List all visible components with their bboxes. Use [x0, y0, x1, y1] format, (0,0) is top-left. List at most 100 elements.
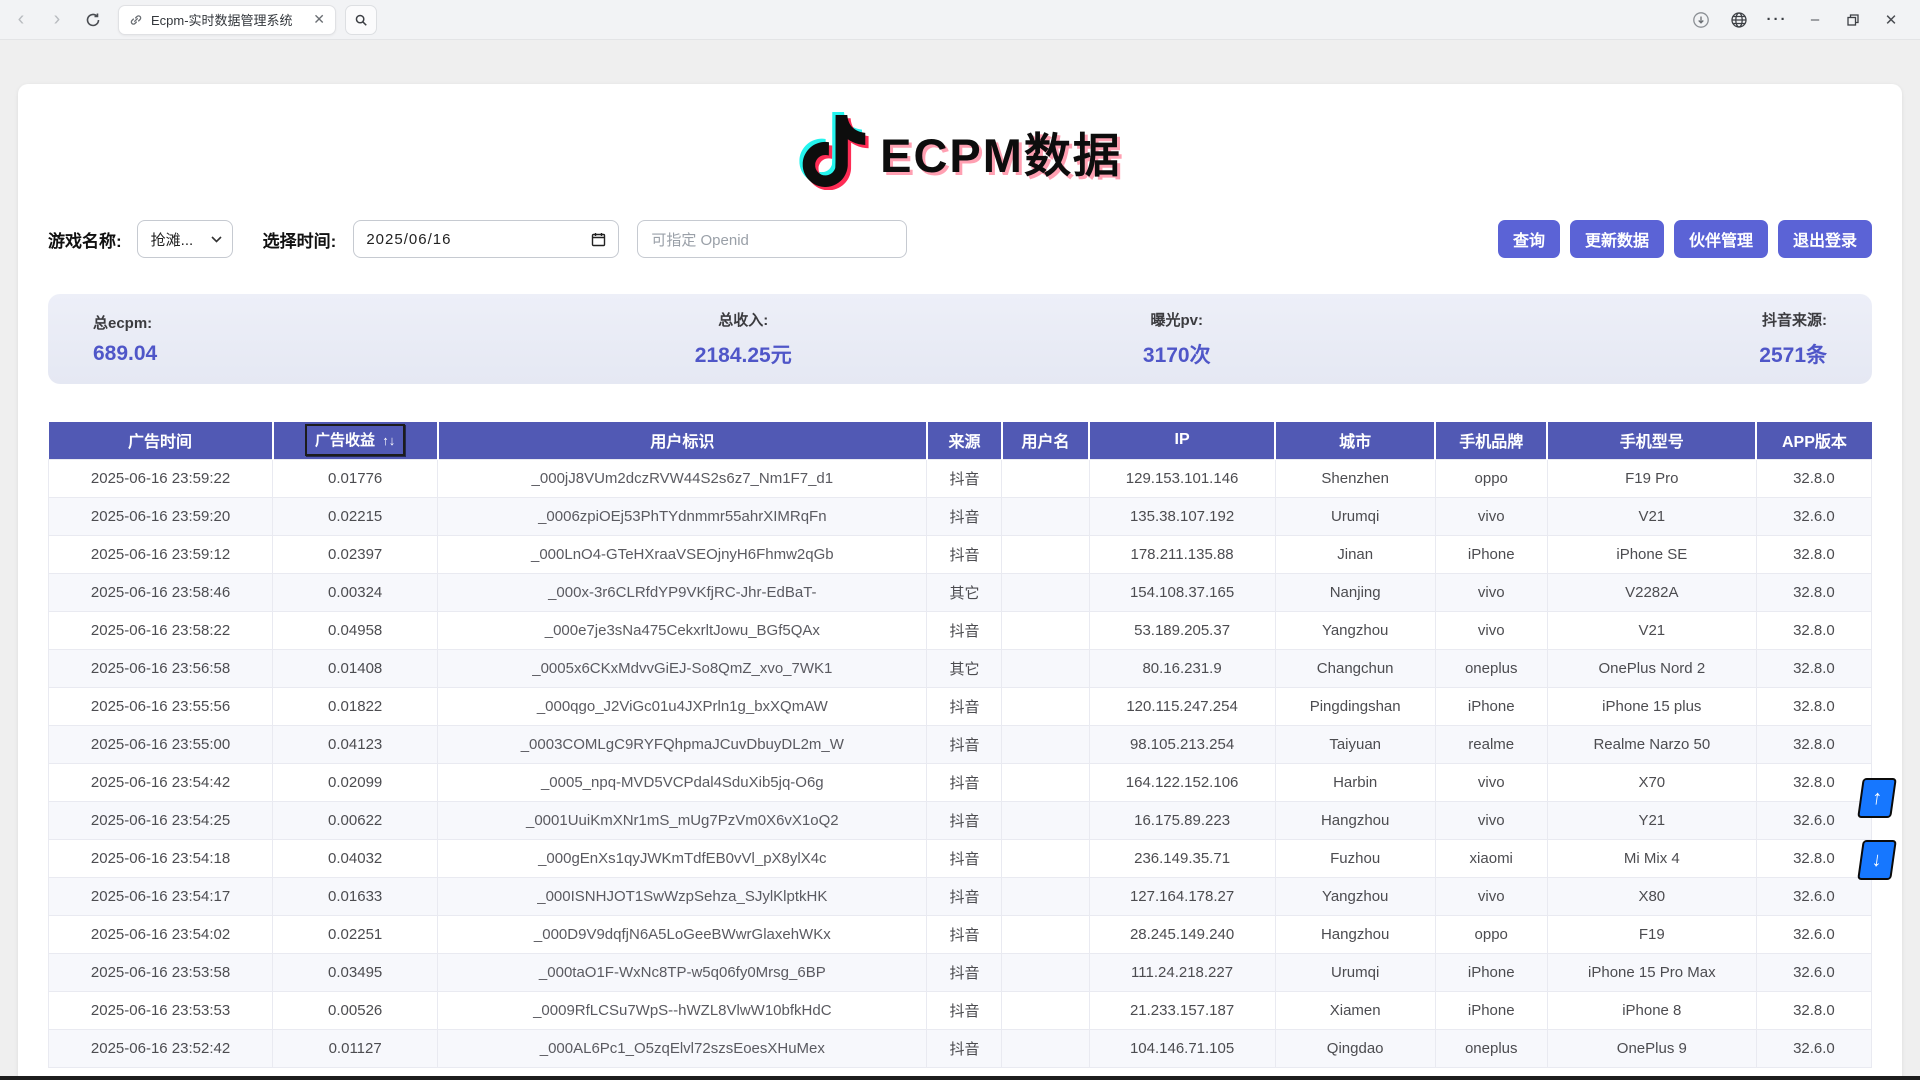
- table-cell: 164.122.152.106: [1089, 763, 1275, 801]
- tab-close-icon[interactable]: ✕: [313, 11, 325, 28]
- table-cell: 2025-06-16 23:54:17: [49, 877, 273, 915]
- logout-button[interactable]: 退出登录: [1778, 220, 1872, 258]
- address-tab[interactable]: Ecpm-实时数据管理系统 ✕: [118, 5, 336, 35]
- stats-bar: 总ecpm: 689.04 总收入: 2184.25元 曝光pv: 3170次 …: [48, 294, 1872, 384]
- table-row: 2025-06-16 23:59:200.02215_0006zpiOEj53P…: [49, 497, 1872, 535]
- filter-row: 游戏名称: 抢滩... 选择时间: 2025/06/16 可指定 Openid …: [18, 220, 1902, 258]
- scroll-to-bottom-button[interactable]: ↓: [1857, 840, 1897, 880]
- table-cell: 抖音: [927, 763, 1002, 801]
- table-cell: Jinan: [1275, 535, 1435, 573]
- table-cell: 0.04123: [273, 725, 438, 763]
- table-cell: 其它: [927, 573, 1002, 611]
- table-row: 2025-06-16 23:54:420.02099_0005_npq-MVD5…: [49, 763, 1872, 801]
- table-row: 2025-06-16 23:52:420.01127_000AL6Pc1_O5z…: [49, 1029, 1872, 1067]
- table-cell: 0.02215: [273, 497, 438, 535]
- table-cell: vivo: [1435, 763, 1547, 801]
- scroll-to-top-button[interactable]: ↑: [1857, 778, 1897, 818]
- table-cell: 抖音: [927, 687, 1002, 725]
- table-cell: 2025-06-16 23:54:42: [49, 763, 273, 801]
- header-ip: IP: [1089, 422, 1275, 459]
- table-cell: _000jJ8VUm2dczRVW44S2s6z7_Nm1F7_d1: [438, 459, 927, 497]
- table-cell: _000D9V9dqfjN6A5LoGeeBWwrGlaxehWKx: [438, 915, 927, 953]
- partner-manage-button[interactable]: 伙伴管理: [1674, 220, 1768, 258]
- date-input[interactable]: 2025/06/16: [353, 220, 619, 258]
- table-cell: _0006zpiOEj53PhTYdnmmr55ahrXIMRqFn: [438, 497, 927, 535]
- table-cell: [1002, 801, 1089, 839]
- back-icon[interactable]: ‹: [6, 5, 36, 35]
- table-cell: [1002, 649, 1089, 687]
- table-cell: _0005x6CKxMdvvGiEJ-So8QmZ_xvo_7WK1: [438, 649, 927, 687]
- table-cell: 0.00526: [273, 991, 438, 1029]
- table-row: 2025-06-16 23:55:000.04123_0003COMLgC9RY…: [49, 725, 1872, 763]
- table-cell: [1002, 915, 1089, 953]
- header-city: 城市: [1275, 422, 1435, 459]
- table-cell: 32.8.0: [1756, 839, 1871, 877]
- forward-icon[interactable]: ›: [42, 5, 72, 35]
- table-cell: 32.6.0: [1756, 801, 1871, 839]
- header-phone-model: 手机型号: [1547, 422, 1756, 459]
- table-cell: 16.175.89.223: [1089, 801, 1275, 839]
- download-icon[interactable]: [1686, 5, 1716, 35]
- table-cell: oneplus: [1435, 649, 1547, 687]
- header-source: 来源: [927, 422, 1002, 459]
- table-cell: 127.164.178.27: [1089, 877, 1275, 915]
- table-cell: 2025-06-16 23:53:58: [49, 953, 273, 991]
- table-cell: iPhone SE: [1547, 535, 1756, 573]
- table-cell: 抖音: [927, 535, 1002, 573]
- table-cell: iPhone 15 Pro Max: [1547, 953, 1756, 991]
- table-cell: _000LnO4-GTeHXraaVSEOjnyH6Fhmw2qGb: [438, 535, 927, 573]
- table-row: 2025-06-16 23:54:250.00622_0001UuiKmXNr1…: [49, 801, 1872, 839]
- table-cell: 0.00622: [273, 801, 438, 839]
- page-title: ECPM数据: [880, 117, 1122, 186]
- update-data-button[interactable]: 更新数据: [1570, 220, 1664, 258]
- table-cell: Changchun: [1275, 649, 1435, 687]
- table-cell: [1002, 687, 1089, 725]
- table-cell: 2025-06-16 23:56:58: [49, 649, 273, 687]
- table-cell: iPhone: [1435, 991, 1547, 1029]
- table-cell: [1002, 877, 1089, 915]
- table-cell: 抖音: [927, 725, 1002, 763]
- table-cell: 32.6.0: [1756, 877, 1871, 915]
- table-cell: 0.01776: [273, 459, 438, 497]
- main-card: ECPM数据 游戏名称: 抢滩... 选择时间: 2025/06/16 可指定 …: [18, 84, 1902, 1080]
- table-cell: 0.01822: [273, 687, 438, 725]
- menu-icon[interactable]: ···: [1762, 5, 1792, 35]
- table-cell: 0.01127: [273, 1029, 438, 1067]
- tiktok-icon: [798, 112, 870, 190]
- table-cell: Urumqi: [1275, 953, 1435, 991]
- chevron-down-icon: [211, 236, 222, 243]
- table-cell: 抖音: [927, 1029, 1002, 1067]
- table-cell: iPhone: [1435, 535, 1547, 573]
- table-row: 2025-06-16 23:55:560.01822_000qgo_J2ViGc…: [49, 687, 1872, 725]
- table-cell: Yangzhou: [1275, 611, 1435, 649]
- table-cell: 2025-06-16 23:54:02: [49, 915, 273, 953]
- table-row: 2025-06-16 23:58:460.00324_000x-3r6CLRfd…: [49, 573, 1872, 611]
- header-ad-revenue[interactable]: 广告收益 ↑↓: [273, 422, 438, 459]
- search-button[interactable]: [345, 5, 377, 35]
- minimize-icon[interactable]: –: [1800, 5, 1830, 35]
- game-select[interactable]: 抢滩...: [137, 220, 233, 258]
- bottom-scrollbar[interactable]: [0, 1076, 1920, 1080]
- table-cell: Realme Narzo 50: [1547, 725, 1756, 763]
- sort-revenue-button[interactable]: 广告收益 ↑↓: [305, 424, 405, 456]
- table-cell: V2282A: [1547, 573, 1756, 611]
- header-phone-brand: 手机品牌: [1435, 422, 1547, 459]
- openid-input[interactable]: 可指定 Openid: [637, 220, 907, 258]
- table-cell: 抖音: [927, 497, 1002, 535]
- globe-icon[interactable]: [1724, 5, 1754, 35]
- table-cell: iPhone 15 plus: [1547, 687, 1756, 725]
- table-cell: 236.149.35.71: [1089, 839, 1275, 877]
- query-button[interactable]: 查询: [1498, 220, 1560, 258]
- table-cell: _000qgo_J2ViGc01u4JXPrln1g_bxXQmAW: [438, 687, 927, 725]
- page-background: ECPM数据 游戏名称: 抢滩... 选择时间: 2025/06/16 可指定 …: [0, 40, 1920, 1080]
- table-cell: 抖音: [927, 459, 1002, 497]
- window-close-icon[interactable]: ✕: [1876, 5, 1906, 35]
- restore-icon[interactable]: [1838, 5, 1868, 35]
- table-cell: 32.8.0: [1756, 573, 1871, 611]
- header-user-id: 用户标识: [438, 422, 927, 459]
- refresh-icon[interactable]: [78, 5, 108, 35]
- table-cell: Urumqi: [1275, 497, 1435, 535]
- table-cell: [1002, 991, 1089, 1029]
- table-cell: _000ISNHJOT1SwWzpSehza_SJylKlptkHK: [438, 877, 927, 915]
- table-row: 2025-06-16 23:53:530.00526_0009RfLCSu7Wp…: [49, 991, 1872, 1029]
